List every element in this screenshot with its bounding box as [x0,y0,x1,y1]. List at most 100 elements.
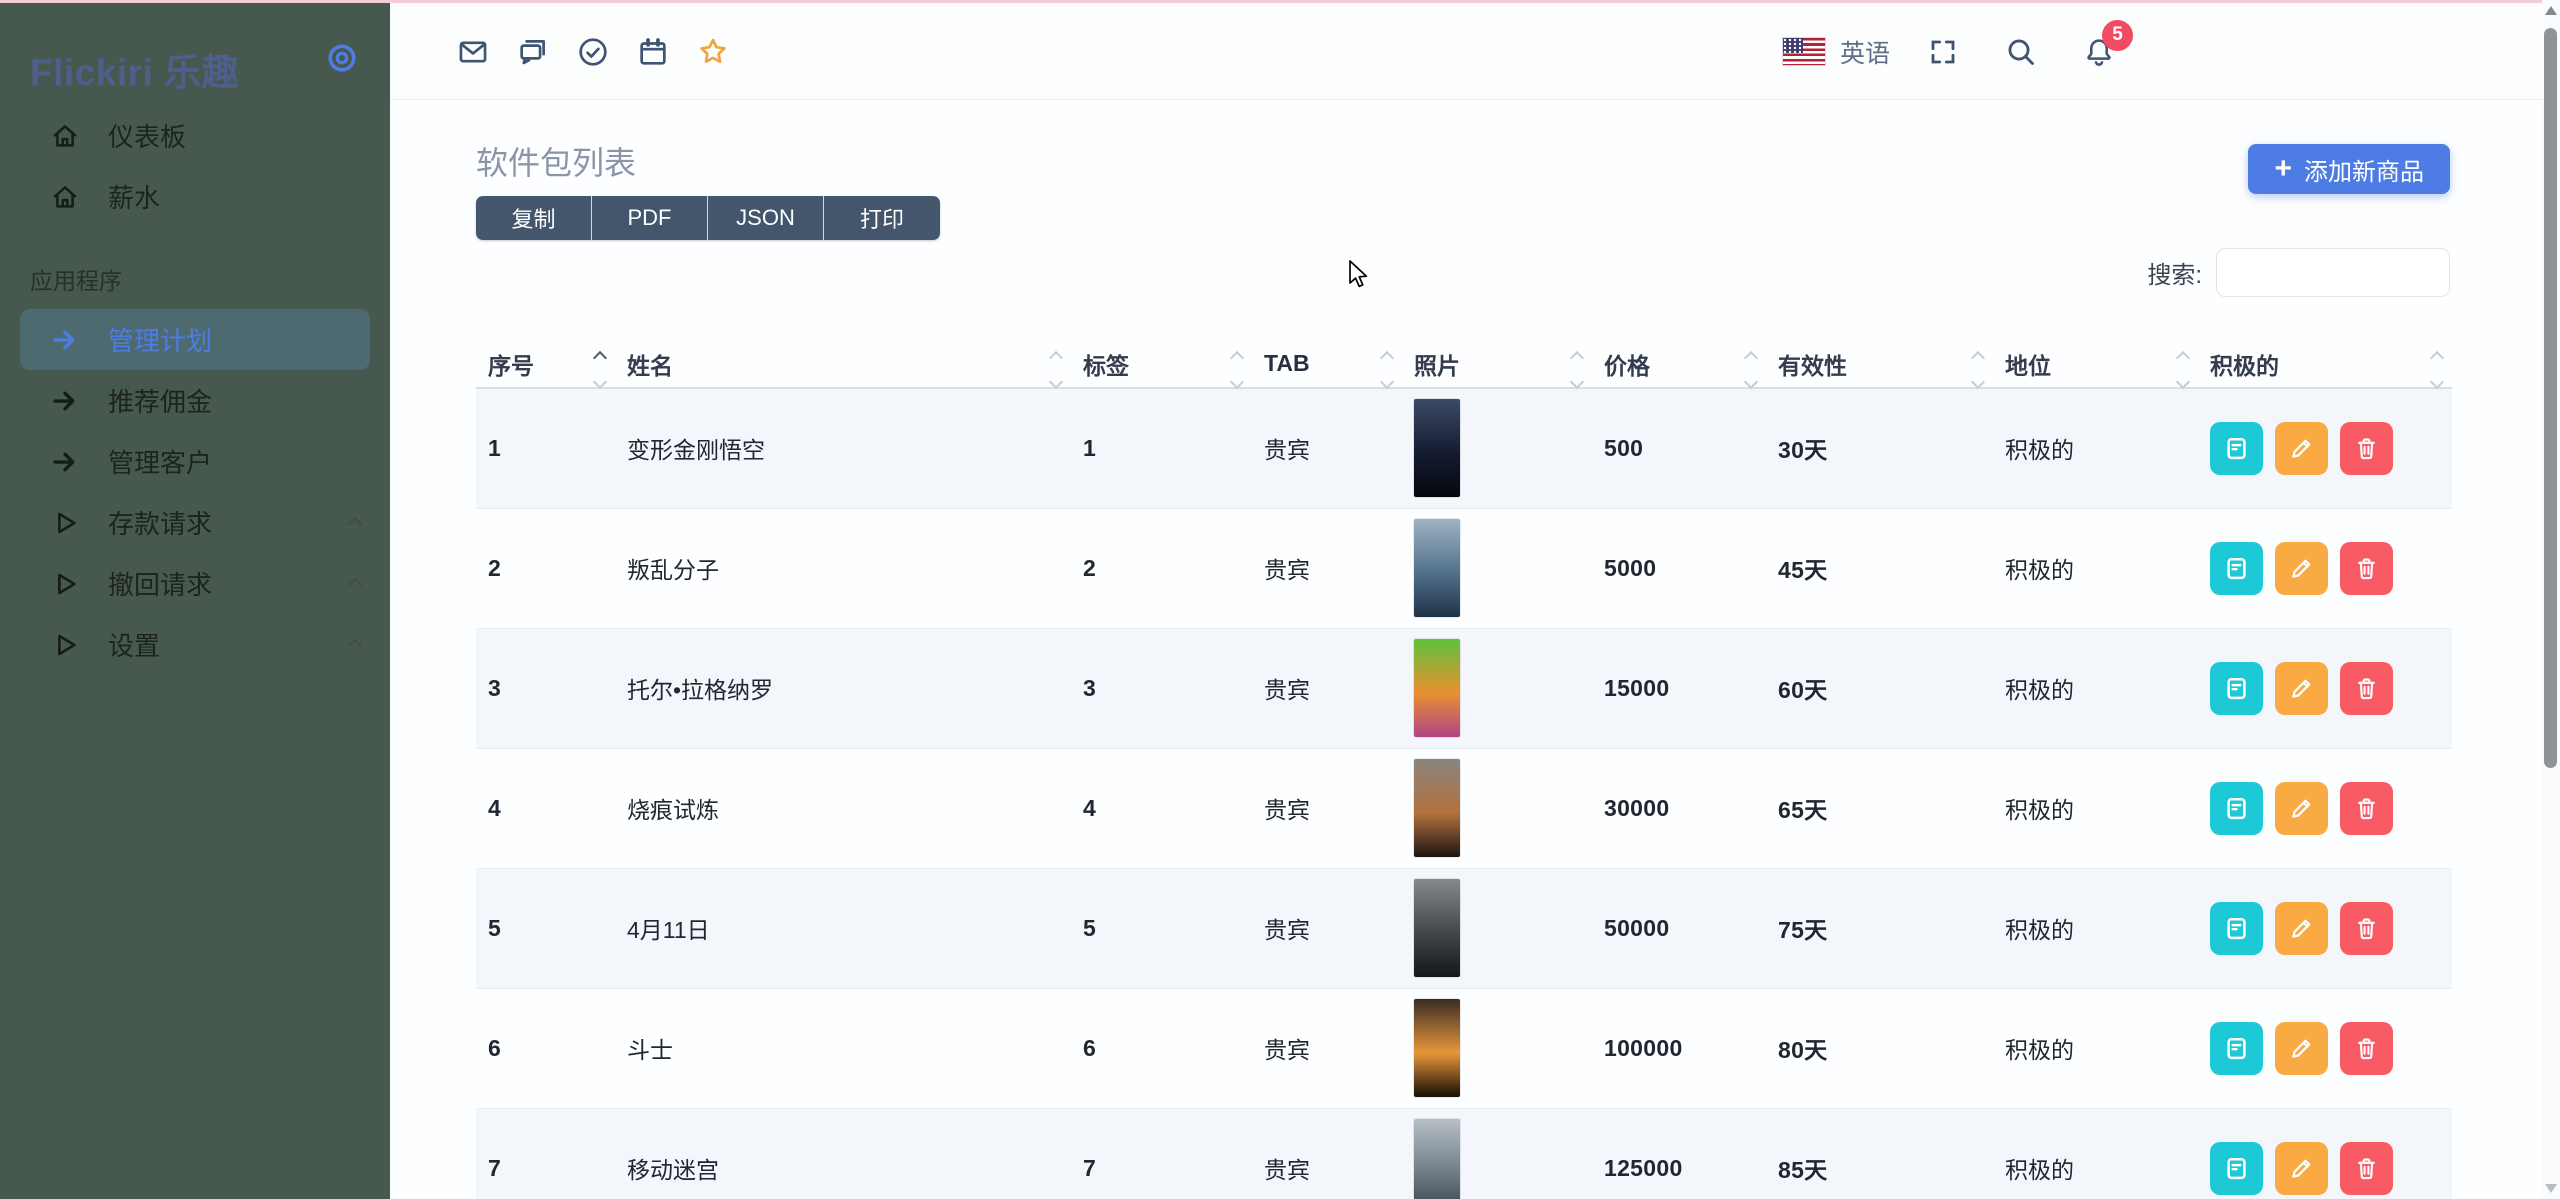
vertical-scrollbar[interactable] [2542,0,2560,1199]
edit-button[interactable] [2275,1142,2328,1195]
cell-name: 托尔•拉格纳罗 [615,628,1071,748]
check-circle-icon[interactable] [576,35,610,69]
column-header-地位[interactable]: 地位 [1993,340,2198,388]
column-header-TAB[interactable]: TAB [1252,340,1402,388]
sort-desc-icon [1049,375,1063,389]
sidebar-item-存款请求[interactable]: 存款请求 [0,492,390,553]
view-button[interactable] [2210,422,2263,475]
sidebar-logo-row: Flickiri 乐趣 [0,0,390,86]
column-header-姓名[interactable]: 姓名 [615,340,1071,388]
delete-button[interactable] [2340,902,2393,955]
add-new-item-button[interactable]: + 添加新商品 [2248,144,2450,194]
play-outline-icon [48,630,82,660]
column-header-label: 积极的 [2210,353,2279,379]
edit-button[interactable] [2275,782,2328,835]
sort-asc-icon [1744,351,1758,365]
export-复制-button[interactable]: 复制 [476,196,592,240]
sidebar-item-仪表板[interactable]: 仪表板 [0,105,390,166]
table-header-row: 序号姓名 标签TAB 照片 价格有效性地位积极的 [476,340,2452,388]
cell-validity: 30天 [1766,388,1993,508]
cell-tag: 5 [1071,868,1252,988]
delete-button[interactable] [2340,422,2393,475]
mail-icon[interactable] [456,35,490,69]
view-button[interactable] [2210,542,2263,595]
view-button[interactable] [2210,662,2263,715]
sidebar-item-设置[interactable]: 设置 [0,614,390,675]
fullscreen-icon[interactable] [1926,35,1960,69]
export-pdf-button[interactable]: PDF [592,196,708,240]
record-circle-icon[interactable] [326,42,358,74]
cell-status: 积极的 [1993,628,2198,748]
language-selector[interactable]: 英语 [1840,34,1890,70]
notifications-bell[interactable]: 5 [2082,35,2116,69]
sort-asc-icon [2176,351,2190,365]
export-button-group: 复制PDFJSON打印 [476,196,940,240]
column-header-标签[interactable]: 标签 [1071,340,1252,388]
cell-name: 叛乱分子 [615,508,1071,628]
cell-tab: 贵宾 [1252,388,1402,508]
notification-badge: 5 [2102,20,2133,51]
delete-button[interactable] [2340,542,2393,595]
row-action-buttons [2210,422,2440,475]
sort-carets-icon [1572,353,1582,387]
sidebar-item-撤回请求[interactable]: 撤回请求 [0,553,390,614]
export-打印-button[interactable]: 打印 [824,196,940,240]
column-header-价格[interactable]: 价格 [1592,340,1766,388]
cell-tab: 贵宾 [1252,1108,1402,1199]
view-button[interactable] [2210,1142,2263,1195]
cell-validity: 80天 [1766,988,1993,1108]
cell-tab: 贵宾 [1252,748,1402,868]
edit-button[interactable] [2275,422,2328,475]
sort-asc-icon [1049,351,1063,365]
view-button[interactable] [2210,902,2263,955]
sidebar-item-薪水[interactable]: 薪水 [0,166,390,227]
sidebar-item-label: 推荐佣金 [108,382,212,419]
sort-carets-icon [1382,353,1392,387]
row-action-buttons [2210,1142,2440,1195]
cell-actions [2198,628,2452,748]
sidebar-menu: 仪表板薪水应用程序管理计划推荐佣金管理客户存款请求撤回请求设置 [0,105,390,675]
movie-poster-thumbnail [1414,639,1460,737]
delete-button[interactable] [2340,1142,2393,1195]
calendar-icon[interactable] [636,35,670,69]
star-icon[interactable] [696,35,730,69]
edit-button[interactable] [2275,662,2328,715]
topbar: 英语 5 [390,3,2542,100]
scrollbar-thumb[interactable] [2544,28,2557,768]
search-input[interactable] [2216,248,2450,297]
table-row: 6斗士6贵宾10000080天积极的 [476,988,2452,1108]
column-header-照片[interactable]: 照片 [1402,340,1592,388]
cell-actions [2198,508,2452,628]
sidebar-item-推荐佣金[interactable]: 推荐佣金 [0,370,390,431]
column-header-label: 姓名 [627,353,673,379]
sidebar-item-管理计划[interactable]: 管理计划 [20,309,370,370]
sidebar-item-label: 仪表板 [108,117,186,154]
delete-button[interactable] [2340,782,2393,835]
export-json-button[interactable]: JSON [708,196,824,240]
edit-button[interactable] [2275,1022,2328,1075]
delete-button[interactable] [2340,662,2393,715]
us-flag-icon[interactable] [1782,37,1826,66]
view-button[interactable] [2210,782,2263,835]
movie-poster-thumbnail [1414,519,1460,617]
view-button[interactable] [2210,1022,2263,1075]
scrollbar-up-arrow[interactable] [2545,6,2557,15]
column-header-有效性[interactable]: 有效性 [1766,340,1993,388]
sort-carets-icon [2178,353,2188,387]
search-icon[interactable] [2004,35,2038,69]
sort-carets-icon [1051,353,1061,387]
column-header-label: 照片 [1414,353,1460,379]
column-header-积极的[interactable]: 积极的 [2198,340,2452,388]
edit-button[interactable] [2275,902,2328,955]
cell-actions [2198,748,2452,868]
cell-photo [1402,748,1592,868]
scrollbar-down-arrow[interactable] [2545,1184,2557,1193]
edit-button[interactable] [2275,542,2328,595]
sidebar-item-管理客户[interactable]: 管理客户 [0,431,390,492]
chat-icon[interactable] [516,35,550,69]
table-row: 3托尔•拉格纳罗3贵宾1500060天积极的 [476,628,2452,748]
delete-button[interactable] [2340,1022,2393,1075]
cell-validity: 85天 [1766,1108,1993,1199]
cell-status: 积极的 [1993,388,2198,508]
column-header-序号[interactable]: 序号 [476,340,615,388]
